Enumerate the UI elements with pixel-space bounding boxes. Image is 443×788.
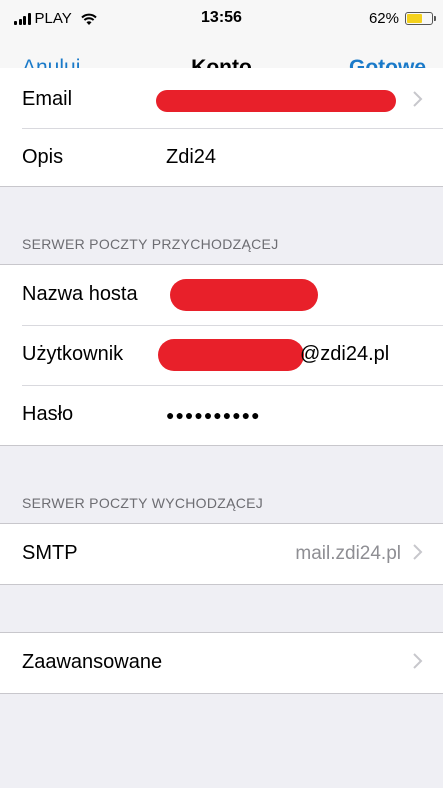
email-redaction [156,90,396,112]
hostname-label: Nazwa hosta [22,283,138,305]
chevron-right-icon [413,653,423,669]
battery-percent: 62% [368,10,399,27]
password-row[interactable]: Hasło ●●●●●●●●●● [0,385,443,445]
outgoing-server-header: SERWER POCZTY WYCHODZĄCEJ [22,495,264,511]
description-row[interactable]: Opis Zdi24 [0,128,443,188]
incoming-server-header: SERWER POCZTY PRZYCHODZĄCEJ [22,236,279,252]
battery-fill [407,14,422,23]
advanced-label: Zaawansowane [22,651,163,673]
incoming-server-group: Nazwa hosta Użytkownik @zdi24.pl Hasło ●… [0,265,443,445]
divider [0,445,443,446]
advanced-group: Zaawansowane [0,633,443,693]
advanced-row[interactable]: Zaawansowane [0,633,443,693]
outgoing-server-group: SMTP mail.zdi24.pl [0,524,443,584]
password-label: Hasło [22,403,74,425]
smtp-label: SMTP [22,542,78,564]
email-label: Email [22,88,73,110]
account-group: Email Opis Zdi24 [0,68,443,186]
username-row[interactable]: Użytkownik @zdi24.pl [0,325,443,385]
username-label: Użytkownik [22,343,124,365]
status-bar: PLAY 13:56 62% [0,0,443,38]
hostname-redaction [170,279,318,311]
username-domain: @zdi24.pl [300,343,390,365]
divider [0,584,443,585]
smtp-value: mail.zdi24.pl [295,543,401,564]
username-redaction [158,339,304,371]
smtp-row[interactable]: SMTP mail.zdi24.pl [0,524,443,584]
password-value: ●●●●●●●●●● [166,407,261,423]
status-bar-right: 62% [368,10,436,27]
divider [0,186,443,187]
divider [0,693,443,694]
battery-icon [405,12,436,25]
hostname-row[interactable]: Nazwa hosta [0,265,443,325]
email-row[interactable]: Email [0,68,443,128]
chevron-right-icon [413,91,423,107]
description-label: Opis [22,146,64,168]
chevron-right-icon [413,544,423,560]
description-value: Zdi24 [166,146,217,168]
